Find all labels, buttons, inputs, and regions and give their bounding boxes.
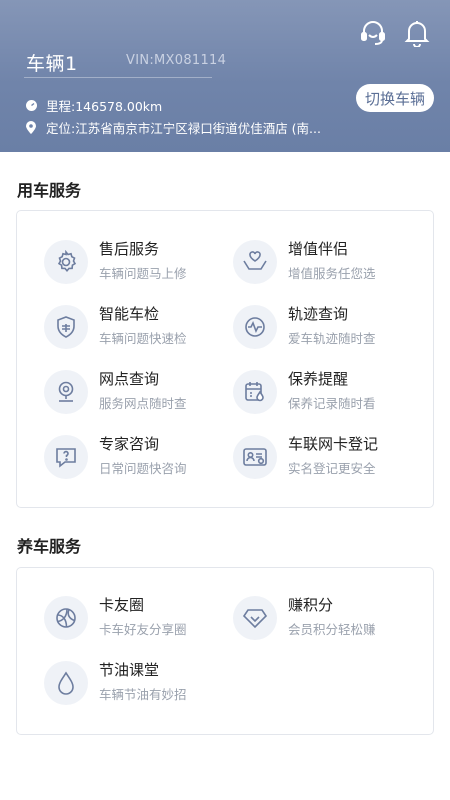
service-desc: 日常问题快咨询: [99, 461, 187, 476]
service-maintenance-reminder[interactable]: 保养提醒 保养记录随时看: [233, 369, 376, 414]
location-row: 定位:江苏省南京市江宁区禄口街道优佳酒店 (南...: [26, 118, 321, 137]
mileage-icon: [26, 100, 38, 112]
service-earn-points[interactable]: 赚积分 会员积分轻松赚: [233, 595, 376, 640]
service-smart-inspection[interactable]: 智能车检 车辆问题快速检: [44, 304, 187, 349]
service-title: 节油课堂: [99, 661, 160, 679]
pulse-icon: [233, 305, 277, 349]
shield-check-icon: [44, 305, 88, 349]
switch-vehicle-button[interactable]: 切换车辆: [355, 84, 434, 112]
service-desc: 爱车轨迹随时查: [288, 331, 376, 346]
service-title: 增值伴侣: [288, 240, 349, 258]
vehicle-service-title: 用车服务: [17, 181, 82, 200]
service-desc: 车辆问题马上修: [99, 266, 187, 281]
location-text: 定位:江苏省南京市江宁区禄口街道优佳酒店 (南...: [46, 121, 321, 136]
customer-service-icon[interactable]: [358, 18, 388, 48]
care-service-card: 卡友圈 卡车好友分享圈 赚积分 会员积分轻松赚 节油课堂 车辆节油有妙招: [16, 567, 434, 735]
service-title: 保养提醒: [288, 370, 349, 388]
location-pin-icon: [44, 370, 88, 414]
location-icon: [26, 121, 38, 134]
question-chat-icon: [44, 435, 88, 479]
mileage-text: 里程:146578.00km: [46, 99, 163, 114]
vin-label: VIN:MX081114: [126, 53, 227, 68]
service-after-sales[interactable]: 售后服务 车辆问题马上修: [44, 239, 187, 284]
service-title: 卡友圈: [99, 596, 145, 614]
mileage-row: 里程:146578.00km: [26, 96, 162, 115]
service-desc: 卡车好友分享圈: [99, 622, 187, 637]
header-actions: [358, 18, 432, 48]
care-service-title: 养车服务: [17, 537, 82, 556]
service-title: 网点查询: [99, 370, 160, 388]
bell-icon[interactable]: [402, 18, 432, 48]
service-iot-card-register[interactable]: 车联网卡登记 实名登记更安全: [233, 434, 378, 479]
service-desc: 实名登记更安全: [288, 461, 376, 476]
service-title: 轨迹查询: [288, 305, 349, 323]
service-value-partner[interactable]: 增值伴侣 增值服务任您选: [233, 239, 376, 284]
diamond-icon: [233, 596, 277, 640]
service-desc: 服务网点随时查: [99, 396, 187, 411]
circle-share-icon: [44, 596, 88, 640]
service-desc: 车辆节油有妙招: [99, 687, 187, 702]
service-title: 智能车检: [99, 305, 160, 323]
service-desc: 会员积分轻松赚: [288, 622, 376, 637]
service-outlet-query[interactable]: 网点查询 服务网点随时查: [44, 369, 187, 414]
service-title: 赚积分: [288, 596, 334, 614]
drop-icon: [44, 661, 88, 705]
name-divider: [24, 77, 212, 78]
vehicle-name: 车辆1: [26, 53, 78, 75]
calendar-drop-icon: [233, 370, 277, 414]
id-card-icon: [233, 435, 277, 479]
service-expert-consult[interactable]: 专家咨询 日常问题快咨询: [44, 434, 187, 479]
vehicle-header: 车辆1 VIN:MX081114 切换车辆 里程:146578.00km 定位:…: [0, 0, 450, 152]
service-track-query[interactable]: 轨迹查询 爱车轨迹随时查: [233, 304, 376, 349]
service-fuel-saving-class[interactable]: 节油课堂 车辆节油有妙招: [44, 660, 187, 705]
service-title: 售后服务: [99, 240, 160, 258]
service-truck-circle[interactable]: 卡友圈 卡车好友分享圈: [44, 595, 187, 640]
service-desc: 增值服务任您选: [288, 266, 376, 281]
service-title: 专家咨询: [99, 435, 160, 453]
care-hands-icon: [233, 240, 277, 284]
gear-icon: [44, 240, 88, 284]
service-title: 车联网卡登记: [288, 435, 379, 453]
service-desc: 保养记录随时看: [288, 396, 376, 411]
service-desc: 车辆问题快速检: [99, 331, 187, 346]
vehicle-service-card: 售后服务 车辆问题马上修 增值伴侣 增值服务任您选 智能车检 车辆问题快速检 轨…: [16, 210, 434, 508]
